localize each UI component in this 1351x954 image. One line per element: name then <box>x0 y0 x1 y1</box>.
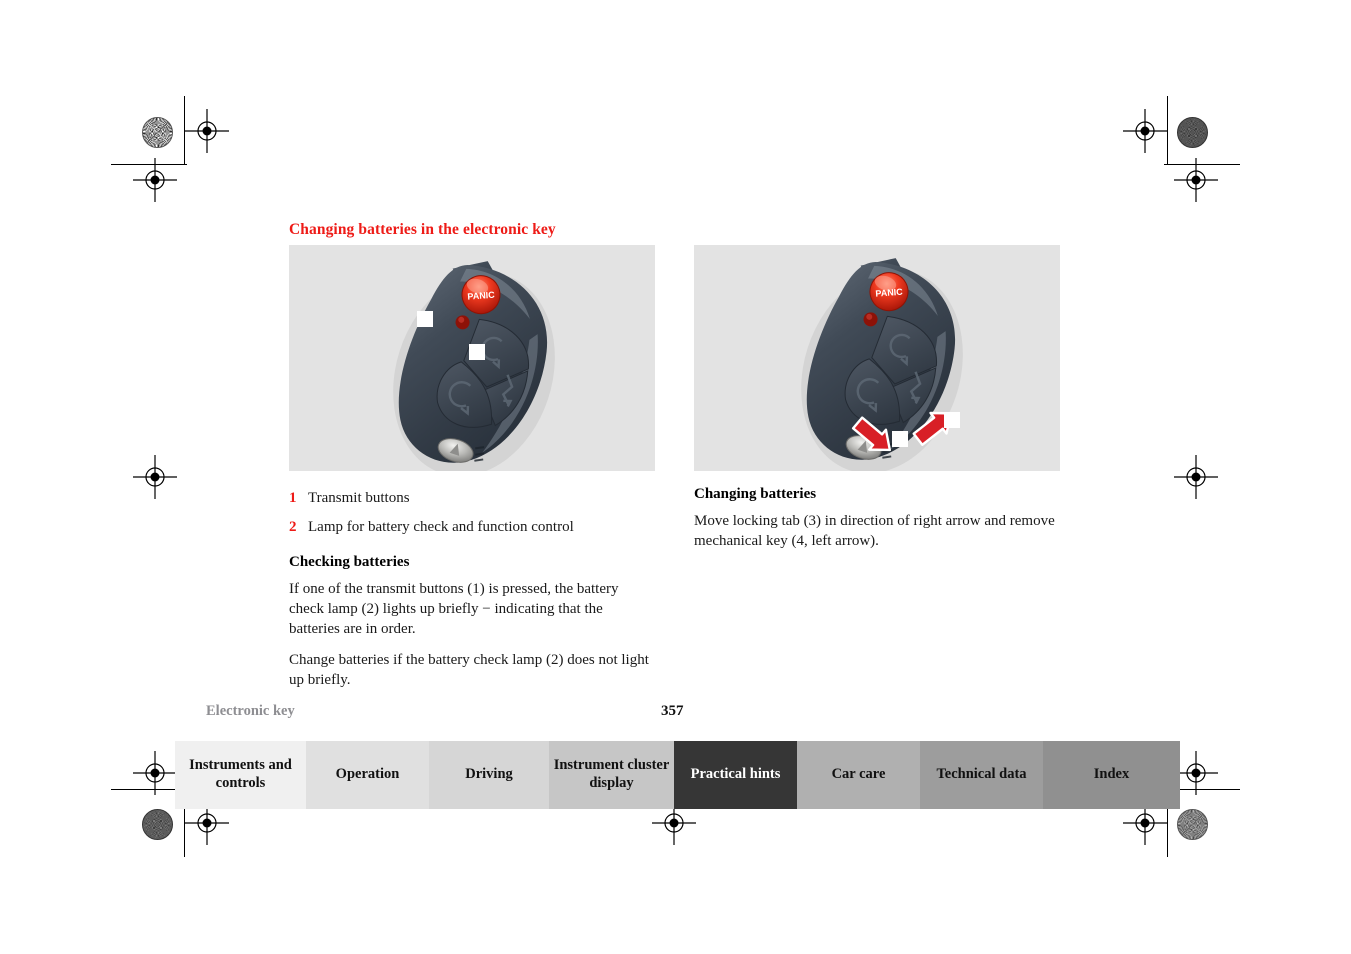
subheading-checking-batteries: Checking batteries <box>289 554 410 571</box>
body-paragraph: Change batteries if the battery check la… <box>289 651 649 688</box>
figure-key-fob-locking-tab: PANIC <box>694 245 1060 471</box>
registration-target-icon <box>1174 158 1218 202</box>
tab-instruments-and-controls[interactable]: Instruments and controls <box>175 741 306 809</box>
tab-instrument-cluster-display[interactable]: Instrument cluster display <box>549 741 674 809</box>
tab-operation[interactable]: Operation <box>306 741 429 809</box>
legend-number: 1 <box>289 490 297 506</box>
figure-callout-4 <box>892 431 908 447</box>
tab-index[interactable]: Index <box>1043 741 1180 809</box>
tab-label: Technical data <box>936 766 1027 783</box>
footer-topic-label: Electronic key <box>206 703 295 719</box>
tab-driving[interactable]: Driving <box>429 741 549 809</box>
figure-legend: 1 Transmit buttons 2 Lamp for battery ch… <box>289 489 655 537</box>
figure-key-fob-buttons: PANIC <box>289 245 655 471</box>
figure-callout-3 <box>944 412 960 428</box>
manual-page: Changing batteries in the electronic key <box>175 96 1180 809</box>
registration-target-icon <box>133 455 177 499</box>
legend-label: Lamp for battery check and function cont… <box>308 519 574 536</box>
tab-label: Driving <box>465 766 513 783</box>
page-title: Changing batteries in the electronic key <box>289 221 556 239</box>
density-patch-icon <box>142 117 173 148</box>
density-patch-icon <box>1177 117 1208 148</box>
chapter-tab-bar: Instruments and controls Operation Drivi… <box>175 741 1180 809</box>
legend-label: Transmit buttons <box>308 490 410 506</box>
tab-practical-hints[interactable]: Practical hints <box>674 741 797 809</box>
legend-item: 1 Transmit buttons <box>289 489 655 508</box>
tab-car-care[interactable]: Car care <box>797 741 920 809</box>
density-patch-icon <box>142 809 173 840</box>
svg-text:PANIC: PANIC <box>875 287 903 299</box>
subheading-changing-batteries: Changing batteries <box>694 486 817 502</box>
tab-label: Instruments and controls <box>189 757 292 791</box>
tab-label: Instrument cluster display <box>553 757 670 791</box>
legend-item: 2 Lamp for battery check and function co… <box>289 518 655 537</box>
body-paragraph: Move locking tab (3) in direction of rig… <box>694 513 1055 549</box>
density-patch-icon <box>1177 809 1208 840</box>
key-fob-illustration: PANIC <box>801 258 963 471</box>
svg-text:PANIC: PANIC <box>467 290 495 302</box>
figure-callout-1 <box>417 311 433 327</box>
trim-line-top-left-horizontal <box>111 164 187 165</box>
registration-target-icon <box>1174 455 1218 499</box>
tab-label: Operation <box>335 766 400 783</box>
body-paragraph: If one of the transmit buttons (1) is pr… <box>289 581 619 637</box>
page-footer: Electronic key 357 <box>206 703 1180 723</box>
tab-label: Practical hints <box>690 766 781 783</box>
tab-label: Index <box>1093 766 1130 783</box>
legend-number: 2 <box>289 519 297 536</box>
registration-target-icon <box>1174 751 1218 795</box>
page-number: 357 <box>661 703 684 719</box>
figure-callout-2 <box>469 344 485 360</box>
tab-label: Car care <box>831 766 886 783</box>
left-column: PANIC 1 Transmit buttons 2 Lamp for batt… <box>289 245 655 701</box>
registration-target-icon <box>133 158 177 202</box>
registration-target-icon <box>133 751 177 795</box>
tab-technical-data[interactable]: Technical data <box>920 741 1043 809</box>
right-column: PANIC Changing batteries Move locking ta… <box>694 245 1060 563</box>
